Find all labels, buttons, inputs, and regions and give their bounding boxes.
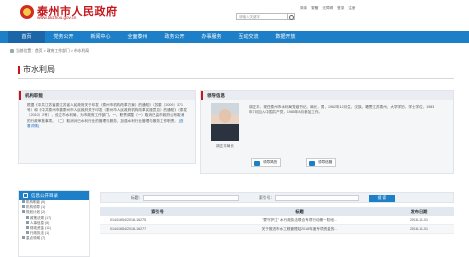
site-search-input[interactable]: 请输入关键字 (236, 13, 288, 20)
nav-item-gov-affairs[interactable]: 政务公开 (156, 31, 193, 43)
col-date-header: 发布日期 (410, 209, 428, 214)
folder-icon (26, 220, 29, 224)
leader-photo (211, 103, 239, 141)
top-link-login[interactable]: 登录 (337, 6, 344, 10)
top-links: 简体 繁體 无障碍 登录 注册 (300, 6, 359, 11)
folder-icon (22, 200, 25, 203)
index-label: 索引号： (259, 196, 275, 200)
location-icon (10, 49, 14, 53)
col-title-header: 标题 (295, 209, 304, 214)
folder-icon (26, 215, 29, 219)
resume-icon (254, 160, 260, 166)
document-table: 索引号 标题 发布日期 01441654/2018-16275 "蒙守护江" 水… (100, 207, 454, 234)
responsibilities-heading: 机构职能 (19, 91, 195, 100)
table-header: 索引号 标题 发布日期 (100, 207, 454, 216)
nav-item-services[interactable]: 办事服务 (193, 31, 230, 43)
site-header: 泰州市人民政府 www.taizhou.gov.cn 请输入关键字 简体 繁體 … (0, 0, 469, 31)
info-search-bar: 标题： 索引号： 搜 索 (100, 192, 454, 203)
title-input[interactable] (143, 195, 239, 201)
site-url: www.taizhou.gov.cn (37, 15, 77, 20)
leader-mailbox-button[interactable]: 领导信箱 (306, 158, 337, 167)
leader-panel: 领导信息 胡正平局长 胡正平，现任泰州市水利局党组书记、局长，男，1962年12… (200, 90, 454, 174)
page-title: 市水利局 (18, 66, 55, 74)
nav-item-open-data[interactable]: 数据开放 (267, 31, 304, 43)
leader-heading: 领导信息 (201, 91, 453, 100)
title-label: 标题： (131, 196, 143, 200)
top-link-register[interactable]: 注册 (348, 6, 355, 10)
nav-item-news[interactable]: 新闻中心 (82, 31, 119, 43)
breadcrumb-text[interactable]: 当前位置：首页 > 政府工作部门 > 市水利局 (16, 49, 89, 53)
government-emblem-icon (20, 5, 34, 19)
leader-bio: 胡正平，现任泰州市水利局党组书记、局长，男，1962年12月生，汉族，籍贯江苏泰… (249, 105, 435, 115)
row-index: 01441654/2018-16277 (110, 227, 147, 231)
folder-icon (26, 231, 29, 235)
responsibilities-body: 根据《中共江苏省委江苏省人民政府关于印发〈泰州市机构改革方案〉的通知》（苏委〔2… (19, 100, 195, 132)
responsibilities-panel: 机构职能 根据《中共江苏省委江苏省人民政府关于印发〈泰州市机构改革方案〉的通知》… (18, 90, 196, 164)
nav-item-party-affairs[interactable]: 党务公开 (45, 31, 82, 43)
leader-caption: 胡正平局长 (216, 144, 234, 148)
sidebar-item-key-areas[interactable]: 重点领域 (7) (19, 236, 89, 241)
nav-item-taizhou[interactable]: 全面泰州 (119, 31, 156, 43)
mail-icon (309, 160, 315, 166)
main-nav: 首页 党务公开 新闻中心 全面泰州 政务公开 办事服务 互动交流 数据开放 (0, 31, 469, 43)
folder-icon (22, 205, 25, 209)
row-title-link[interactable]: 关于推进市水工程管理站2018年度专项资金的... (215, 225, 384, 233)
top-link-accessibility[interactable]: 无障碍 (322, 6, 333, 10)
col-index-header: 索引号 (151, 209, 164, 214)
nav-item-interaction[interactable]: 互动交流 (230, 31, 267, 43)
row-date: 2018-11-01 (409, 218, 429, 222)
top-link-traditional[interactable]: 繁體 (311, 6, 318, 10)
folder-icon (22, 236, 25, 240)
top-link-simplified[interactable]: 简体 (300, 6, 307, 10)
row-date: 2018-11-01 (409, 227, 429, 231)
row-title-link[interactable]: "蒙守护江" 水行政执法联合专项行动第一阶段... (215, 216, 384, 224)
title-divider (18, 78, 454, 79)
table-row[interactable]: 01441654/2018-16277 关于推进市水工程管理站2018年度专项资… (100, 225, 454, 234)
catalog-icon (23, 193, 28, 198)
folder-icon (26, 226, 29, 230)
row-index: 01441654/2018-16275 (110, 218, 147, 222)
nav-item-home[interactable]: 首页 (8, 31, 45, 43)
catalog-sidebar: 信息公开目录 机构职能 (5) 机构领导 (1) 规划计划 (2) 政策法规 (… (18, 190, 90, 257)
table-row[interactable]: 01441654/2018-16275 "蒙守护江" 水行政执法联合专项行动第一… (100, 216, 454, 225)
leader-resume-button[interactable]: 领导简历 (251, 158, 282, 167)
index-input[interactable] (275, 195, 359, 201)
sidebar-heading: 信息公开目录 (19, 191, 89, 200)
folder-icon (22, 210, 25, 214)
search-icon[interactable] (288, 13, 295, 20)
breadcrumb: 当前位置：首页 > 政府工作部门 > 市水利局 (10, 49, 89, 54)
responsibilities-text: 根据《中共江苏省委江苏省人民政府关于印发〈泰州市机构改革方案〉的通知》（苏委〔2… (27, 103, 187, 123)
search-button[interactable]: 搜 索 (369, 194, 395, 202)
